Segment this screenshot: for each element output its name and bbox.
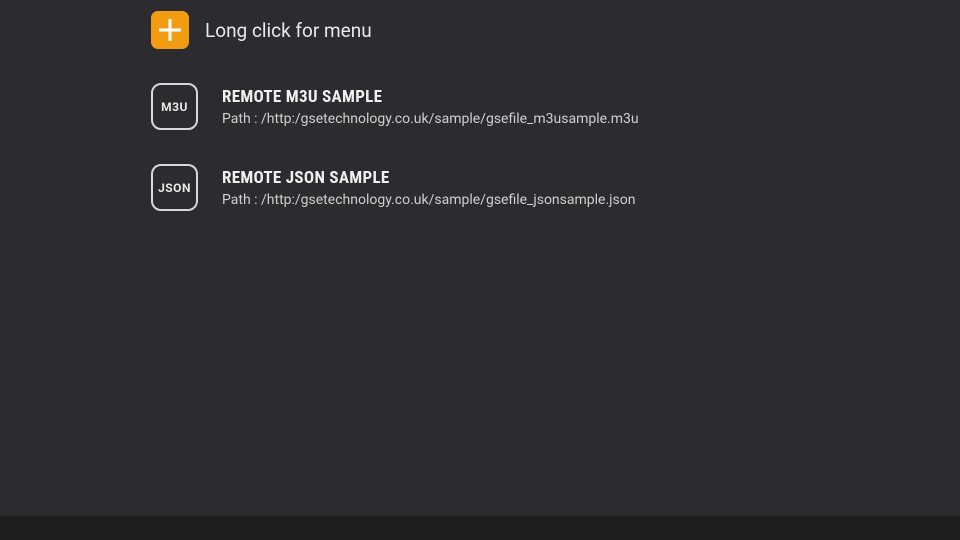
playlist-item-m3u[interactable]: M3U REMOTE M3U SAMPLE Path : /http:/gset… (151, 83, 960, 130)
plus-icon (157, 17, 183, 43)
add-playlist-button[interactable] (151, 11, 189, 49)
footer-bar (0, 516, 960, 540)
icon-label: M3U (161, 100, 188, 114)
playlist-item-json[interactable]: JSON REMOTE JSON SAMPLE Path : /http:/gs… (151, 164, 960, 211)
playlist-path: Path : /http:/gsetechnology.co.uk/sample… (222, 192, 635, 208)
header-row: Long click for menu (151, 11, 960, 49)
header-hint: Long click for menu (205, 19, 372, 42)
playlist-text: REMOTE JSON SAMPLE Path : /http:/gsetech… (222, 168, 635, 208)
icon-label: JSON (158, 181, 191, 195)
json-icon: JSON (151, 164, 198, 211)
playlist-title: REMOTE M3U SAMPLE (222, 87, 639, 107)
playlist-text: REMOTE M3U SAMPLE Path : /http:/gsetechn… (222, 87, 639, 127)
m3u-icon: M3U (151, 83, 198, 130)
playlist-path: Path : /http:/gsetechnology.co.uk/sample… (222, 111, 639, 127)
playlist-screen: Long click for menu M3U REMOTE M3U SAMPL… (0, 0, 960, 211)
playlist-title: REMOTE JSON SAMPLE (222, 168, 635, 188)
